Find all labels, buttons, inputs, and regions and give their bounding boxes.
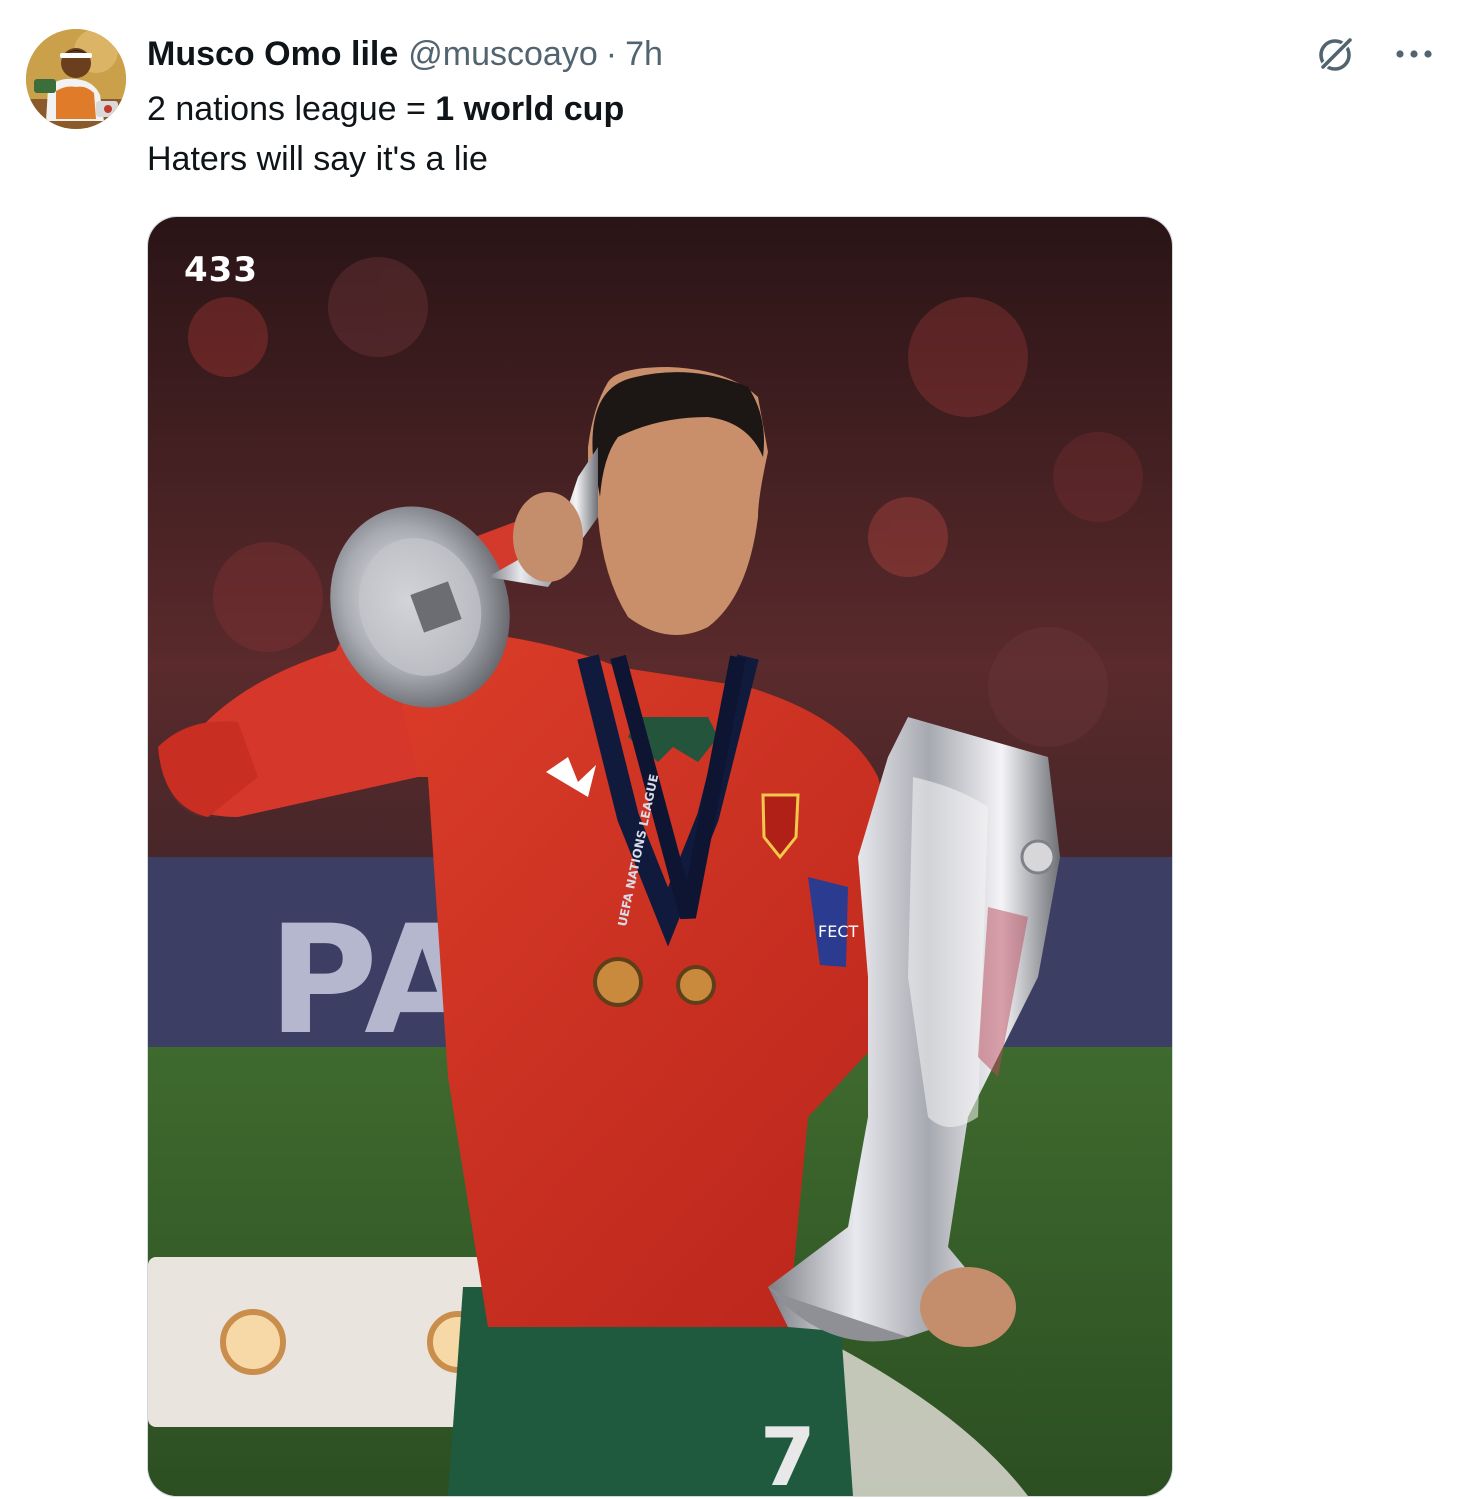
display-name[interactable]: Musco Omo lile [147, 30, 398, 78]
tweet-text-line-1: 2 nations league = 1 world cup [147, 84, 624, 134]
watermark: 433 [184, 250, 258, 290]
more-icon [1396, 50, 1432, 58]
tweet-text: 2 nations league = 1 world cup Haters wi… [147, 84, 624, 184]
tweet-text-bold: 1 world cup [435, 90, 625, 128]
user-handle[interactable]: @muscoayo [408, 30, 597, 78]
tweet-actions [1310, 28, 1440, 80]
avatar-illustration [26, 29, 126, 129]
shirt-number: 7 [760, 1411, 816, 1496]
tweet-text-plain: 2 nations league = [147, 90, 436, 128]
more-button[interactable] [1388, 28, 1440, 80]
grok-button[interactable] [1310, 28, 1362, 80]
tweet-media-photo[interactable]: PARIS 7 UEFA NATIONS LEAGUE FECT [147, 216, 1173, 1497]
tweet[interactable]: Musco Omo lile @muscoayo · 7h 2 nations … [0, 0, 1460, 1499]
armband-text: FECT [818, 922, 858, 941]
tweet-header: Musco Omo lile @muscoayo · 7h [147, 30, 663, 78]
player-trophy-photo: PARIS 7 UEFA NATIONS LEAGUE FECT [148, 217, 1172, 1496]
separator-dot: · [605, 35, 618, 73]
avatar[interactable] [26, 29, 126, 129]
grok-icon [1318, 36, 1354, 72]
timestamp[interactable]: 7h [625, 30, 663, 78]
tweet-text-line-2: Haters will say it's a lie [147, 140, 488, 178]
